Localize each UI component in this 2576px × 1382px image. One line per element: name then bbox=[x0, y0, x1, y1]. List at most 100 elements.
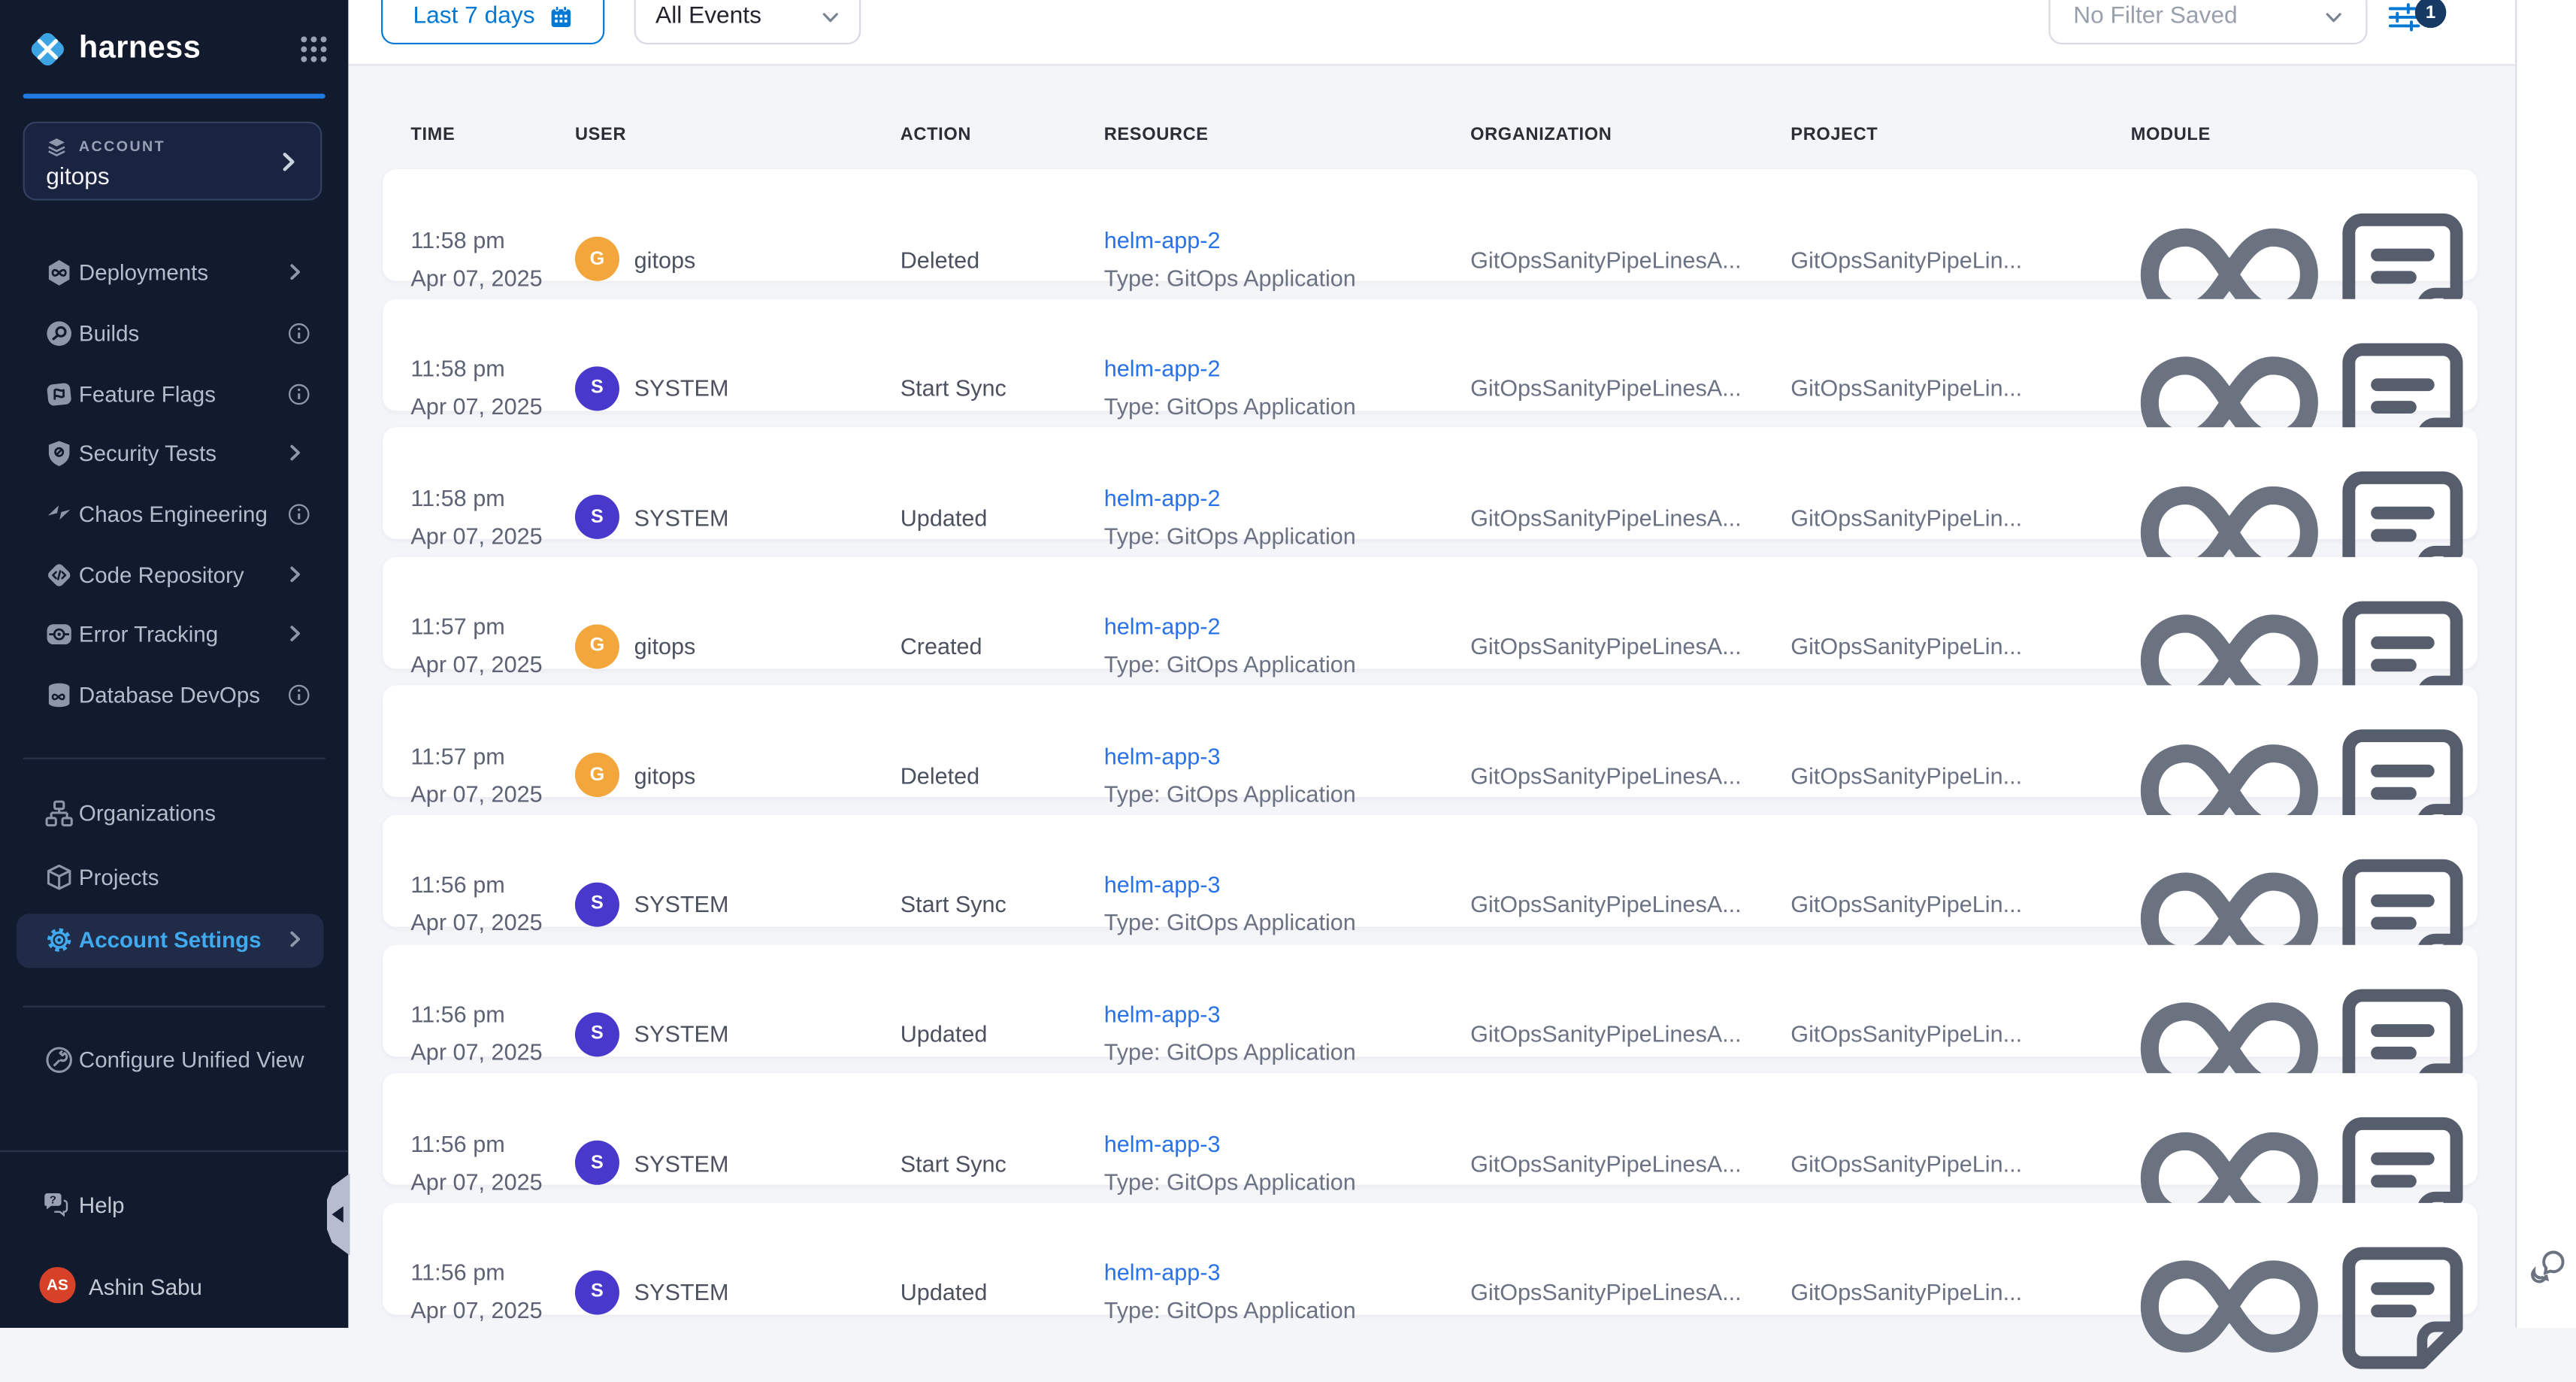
sidebar-item-account-settings[interactable]: Account Settings bbox=[0, 909, 348, 972]
resource-link[interactable]: helm-app-2 bbox=[1104, 350, 1470, 388]
sidebar-item-organizations[interactable]: Organizations bbox=[0, 782, 348, 845]
resource-type: Type: GitOps Application bbox=[1104, 1163, 1470, 1201]
layers-icon bbox=[46, 136, 67, 157]
audit-table-row: 11:58 pm Apr 07, 2025 G gitops Deleted h… bbox=[383, 169, 2478, 281]
chevron-right-icon bbox=[286, 444, 304, 462]
project-cell: GitOpsSanityPipeLin... bbox=[1790, 504, 2130, 530]
sidebar-item-database-devops[interactable]: Database DevOps bbox=[0, 665, 348, 726]
organization-cell: GitOpsSanityPipeLinesA... bbox=[1470, 892, 1790, 918]
chevron-right-icon bbox=[286, 626, 304, 644]
user-avatar[interactable]: AS bbox=[39, 1267, 75, 1303]
resource-link[interactable]: helm-app-2 bbox=[1104, 608, 1470, 646]
sidebar-item-configure-unified-view[interactable]: Configure Unified View bbox=[0, 1029, 348, 1091]
saved-filter-select[interactable]: No Filter Saved bbox=[2048, 0, 2367, 44]
resource-link[interactable]: helm-app-2 bbox=[1104, 480, 1470, 517]
resource-link[interactable]: helm-app-3 bbox=[1104, 1254, 1470, 1292]
event-summary-note-icon[interactable] bbox=[2328, 1232, 2478, 1382]
event-date: Apr 07, 2025 bbox=[410, 647, 575, 684]
chevron-right-icon bbox=[286, 263, 304, 281]
user-cell: G gitops bbox=[575, 237, 901, 281]
user-cell: S SYSTEM bbox=[575, 1011, 901, 1056]
organization-cell: GitOpsSanityPipeLinesA... bbox=[1470, 1279, 1790, 1305]
project-cell: GitOpsSanityPipeLin... bbox=[1790, 1020, 2130, 1047]
user-name: SYSTEM bbox=[634, 375, 729, 402]
sidebar-item-projects[interactable]: Projects bbox=[0, 846, 348, 909]
sidebar-item-builds[interactable]: Builds bbox=[0, 304, 348, 364]
collapse-arrow-icon bbox=[331, 1206, 343, 1223]
action-cell: Deleted bbox=[901, 762, 1104, 789]
event-time: 11:56 pm bbox=[410, 1254, 575, 1292]
event-type-select[interactable]: All Events bbox=[634, 0, 861, 44]
resource-type: Type: GitOps Application bbox=[1104, 647, 1470, 684]
project-cell: GitOpsSanityPipeLin... bbox=[1790, 762, 2130, 789]
user-name: SYSTEM bbox=[634, 892, 729, 918]
sidebar-modules-nav: Deployments Builds Feature Flags Securit… bbox=[0, 243, 348, 725]
account-scope-selector[interactable]: ACCOUNT gitops bbox=[23, 122, 322, 201]
action-cell: Start Sync bbox=[901, 892, 1104, 918]
organization-cell: GitOpsSanityPipeLinesA... bbox=[1470, 1150, 1790, 1176]
project-cell: GitOpsSanityPipeLin... bbox=[1790, 375, 2130, 402]
cd-module-infinity-icon bbox=[2131, 1241, 2328, 1373]
organization-cell: GitOpsSanityPipeLinesA... bbox=[1470, 504, 1790, 530]
resource-cell: helm-app-2 Type: GitOps Application bbox=[1104, 221, 1470, 297]
info-icon[interactable] bbox=[287, 383, 310, 406]
user-profile-name[interactable]: Ashin Sabu bbox=[89, 1275, 202, 1300]
user-initial-avatar: S bbox=[575, 1270, 619, 1314]
help-link[interactable]: Help bbox=[79, 1193, 125, 1218]
user-cell: S SYSTEM bbox=[575, 1270, 901, 1314]
sidebar-item-security-tests[interactable]: Security Tests bbox=[0, 424, 348, 484]
event-time: 11:56 pm bbox=[410, 867, 575, 905]
time-cell: 11:56 pm Apr 07, 2025 bbox=[410, 996, 575, 1072]
user-cell: S SYSTEM bbox=[575, 495, 901, 539]
resource-link[interactable]: helm-app-3 bbox=[1104, 1125, 1470, 1162]
user-initial-avatar: G bbox=[575, 624, 619, 668]
sidebar-divider bbox=[23, 758, 325, 759]
resource-cell: helm-app-3 Type: GitOps Application bbox=[1104, 867, 1470, 943]
sidebar-secondary-nav: Organizations Projects Account Settings bbox=[0, 782, 348, 972]
resource-type: Type: GitOps Application bbox=[1104, 775, 1470, 813]
project-cell: GitOpsSanityPipeLin... bbox=[1790, 1279, 2130, 1305]
action-cell: Start Sync bbox=[901, 375, 1104, 402]
organization-cell: GitOpsSanityPipeLinesA... bbox=[1470, 375, 1790, 402]
sidebar-item-error-tracking[interactable]: Error Tracking bbox=[0, 605, 348, 665]
audit-table-row: 11:56 pm Apr 07, 2025 S SYSTEM Updated h… bbox=[383, 944, 2478, 1056]
active-filter-count-badge: 1 bbox=[2415, 0, 2447, 28]
date-range-label: Last 7 days bbox=[413, 3, 534, 29]
resource-link[interactable]: helm-app-3 bbox=[1104, 867, 1470, 905]
projects-icon bbox=[44, 862, 74, 892]
resource-link[interactable]: helm-app-3 bbox=[1104, 738, 1470, 775]
sidebar-item-code-repository[interactable]: Code Repository bbox=[0, 544, 348, 605]
error-tracking-icon bbox=[44, 620, 74, 650]
sidebar-item-feature-flags[interactable]: Feature Flags bbox=[0, 364, 348, 424]
resource-cell: helm-app-3 Type: GitOps Application bbox=[1104, 738, 1470, 814]
time-cell: 11:58 pm Apr 07, 2025 bbox=[410, 480, 575, 556]
audit-table-row: 11:56 pm Apr 07, 2025 S SYSTEM Updated h… bbox=[383, 1202, 2478, 1314]
column-header-resource: RESOURCE bbox=[1104, 125, 1470, 144]
event-time: 11:57 pm bbox=[410, 738, 575, 775]
chevron-down-icon bbox=[2325, 8, 2343, 26]
organization-cell: GitOpsSanityPipeLinesA... bbox=[1470, 246, 1790, 272]
event-date: Apr 07, 2025 bbox=[410, 1034, 575, 1071]
settings-icon bbox=[44, 926, 74, 956]
project-cell: GitOpsSanityPipeLin... bbox=[1790, 892, 2130, 918]
resource-link[interactable]: helm-app-3 bbox=[1104, 996, 1470, 1034]
help-chat-icon[interactable]: ? bbox=[41, 1190, 69, 1217]
support-chat-icon[interactable] bbox=[2529, 1246, 2568, 1285]
sidebar-divider bbox=[23, 1006, 325, 1008]
user-initial-avatar: S bbox=[575, 495, 619, 539]
deployments-icon bbox=[44, 259, 74, 288]
module-cell bbox=[2131, 1211, 2328, 1372]
module-launcher-grid-icon[interactable] bbox=[299, 35, 328, 64]
date-range-button[interactable]: Last 7 days bbox=[381, 0, 604, 44]
sidebar-item-deployments[interactable]: Deployments bbox=[0, 243, 348, 303]
resource-link[interactable]: helm-app-2 bbox=[1104, 221, 1470, 259]
harness-logo-icon[interactable] bbox=[26, 28, 69, 71]
event-time: 11:58 pm bbox=[410, 480, 575, 517]
info-icon[interactable] bbox=[287, 322, 310, 345]
info-icon[interactable] bbox=[287, 503, 310, 526]
user-name: gitops bbox=[634, 246, 696, 272]
user-name: SYSTEM bbox=[634, 504, 729, 530]
event-date: Apr 07, 2025 bbox=[410, 905, 575, 942]
info-icon[interactable] bbox=[287, 684, 310, 708]
sidebar-item-chaos-engineering[interactable]: Chaos Engineering bbox=[0, 484, 348, 544]
